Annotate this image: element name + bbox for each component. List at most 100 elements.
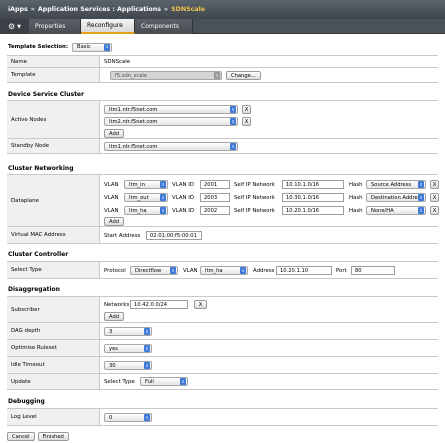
cluster-controller-table: Select Type Protocol Directflow ⇕ VLAN l… xyxy=(7,261,438,279)
cluster-networking-title: Cluster Networking xyxy=(8,165,74,172)
address-input[interactable]: 10.20.1.10 xyxy=(276,266,332,275)
change-template-button[interactable]: Change... xyxy=(226,71,261,80)
tab-properties[interactable]: Properties xyxy=(29,19,81,34)
dataplane-row: Dataplane VLAN ltm_in ⇕ VLAN ID 2001 Sel… xyxy=(7,175,439,227)
remove-dataplane-row-button[interactable]: X xyxy=(430,180,439,189)
vlan-id-input[interactable]: 2003 xyxy=(200,193,230,202)
chevron-down-icon: ▼ xyxy=(17,23,22,30)
template-selection-label: Template Selection: xyxy=(8,44,69,50)
debugging-table: Log Level 0 ⇕ xyxy=(7,408,438,426)
active-node-value: ltm1.ntr.f5net.com xyxy=(109,106,158,113)
cluster-networking-table: Dataplane VLAN ltm_in ⇕ VLAN ID 2001 Sel… xyxy=(7,174,439,244)
tab-reconfigure[interactable]: Reconfigure xyxy=(81,19,135,34)
self-ip-input[interactable]: 10.20.1.0/16 xyxy=(282,206,344,215)
chevron-updown-icon: ⇕ xyxy=(230,106,236,113)
idle-timeout-label: Idle Timeout xyxy=(7,357,100,373)
optimise-ruleset-select[interactable]: yes ⇕ xyxy=(104,344,152,353)
hash-select[interactable]: Destination Addre ⇕ xyxy=(366,193,426,202)
update-label: Update xyxy=(7,374,100,389)
chevron-updown-icon: ⇕ xyxy=(418,194,424,201)
vlan-select[interactable]: ltm_ha ⇕ xyxy=(124,206,168,215)
protocol-label: Protocol xyxy=(104,268,126,274)
port-input[interactable]: 80 xyxy=(351,266,395,275)
template-select: f5.sdn_scale ⇕ xyxy=(110,71,222,80)
log-level-value: 0 xyxy=(109,414,113,421)
vlan-id-label: VLAN ID xyxy=(172,208,194,214)
vlan-select[interactable]: ltm_in ⇕ xyxy=(124,180,168,189)
chevron-updown-icon: ⇕ xyxy=(180,378,186,385)
add-dataplane-row-button[interactable]: Add xyxy=(104,217,125,226)
tab-components[interactable]: Components xyxy=(135,19,193,34)
chevron-updown-icon: ⇕ xyxy=(230,143,236,150)
vlan-id-input[interactable]: 2001 xyxy=(200,180,230,189)
chevron-updown-icon: ⇕ xyxy=(418,207,424,214)
chevron-updown-icon: ⇕ xyxy=(160,181,166,188)
update-select-type-label: Select Type xyxy=(104,379,135,385)
vlan-select[interactable]: ltm_out ⇕ xyxy=(124,193,168,202)
add-active-node-button[interactable]: Add xyxy=(104,129,125,138)
hash-value: Destination Addre xyxy=(371,194,418,201)
hash-label: Hash xyxy=(349,208,363,214)
hash-value: None/HA xyxy=(371,207,394,214)
standby-node-select[interactable]: ltm1.ntr.f5net.com ⇕ xyxy=(104,142,238,151)
template-selection-value: Basic xyxy=(77,44,91,50)
dag-depth-select[interactable]: 3 ⇕ xyxy=(104,327,152,336)
vlan-value: ltm_out xyxy=(129,194,149,201)
chevron-updown-icon: ⇕ xyxy=(160,194,166,201)
cancel-button[interactable]: Cancel xyxy=(7,432,35,441)
self-ip-label: Self IP Network xyxy=(234,195,275,201)
optimise-ruleset-row: Optimise Ruleset yes ⇕ xyxy=(7,340,438,357)
hash-value: Source Address xyxy=(371,181,412,188)
chevron-updown-icon: ⇕ xyxy=(160,207,166,214)
remove-active-node-button[interactable]: X xyxy=(242,117,251,126)
breadcrumb-middle[interactable]: Application Services : Applications xyxy=(38,6,161,13)
update-select[interactable]: Full ⇕ xyxy=(140,377,188,386)
vlan-id-label: VLAN ID xyxy=(172,182,194,188)
hash-select[interactable]: Source Address ⇕ xyxy=(366,180,426,189)
start-address-input[interactable]: 02:01:00:f5:00:01 xyxy=(146,231,202,240)
chevron-updown-icon: ⇕ xyxy=(144,414,150,421)
template-label: Template xyxy=(7,68,100,82)
add-network-button[interactable]: Add xyxy=(104,312,125,321)
remove-active-node-button[interactable]: X xyxy=(242,105,251,114)
active-node-select[interactable]: ltm2.ntr.f5net.com ⇕ xyxy=(104,117,238,126)
address-label: Address xyxy=(253,268,275,274)
remove-network-button[interactable]: X xyxy=(194,300,207,309)
controller-vlan-select[interactable]: ltm_ha ⇕ xyxy=(200,266,248,275)
template-selection-row: Template Selection: Basic ⇕ xyxy=(8,41,113,53)
active-nodes-label: Active Nodes xyxy=(7,101,100,138)
start-address-label: Start Address xyxy=(104,233,141,239)
chevron-updown-icon: ⇕ xyxy=(214,72,220,79)
device-service-cluster-table: Active Nodes ltm1.ntr.f5net.com ⇕ X ltm2… xyxy=(7,100,438,154)
name-value: SDNScale xyxy=(104,59,131,65)
vlan-id-label: VLAN ID xyxy=(172,195,194,201)
vlan-value: ltm_ha xyxy=(129,207,147,214)
vlan-id-input[interactable]: 2002 xyxy=(200,206,230,215)
protocol-select[interactable]: Directflow ⇕ xyxy=(130,266,178,275)
template-value: f5.sdn_scale xyxy=(115,72,148,79)
vlan-label: VLAN xyxy=(104,182,119,188)
disaggregation-table: Subscriber Networks 10.42.0.0/24 X Add D… xyxy=(7,296,438,390)
idle-timeout-value: 30 xyxy=(109,362,116,369)
chevron-updown-icon: ⇕ xyxy=(170,267,176,274)
self-ip-input[interactable]: 10.30.1.0/16 xyxy=(282,193,344,202)
breadcrumb-root[interactable]: iApps xyxy=(8,6,28,13)
virtual-mac-row: Virtual MAC Address Start Address 02:01:… xyxy=(7,227,438,244)
dataplane-label: Dataplane xyxy=(7,175,100,226)
template-selection-select[interactable]: Basic ⇕ xyxy=(72,42,113,52)
template-row: Template f5.sdn_scale ⇕ Change... xyxy=(7,68,438,83)
update-row: Update Select Type Full ⇕ xyxy=(7,374,438,390)
log-level-select[interactable]: 0 ⇕ xyxy=(104,413,152,422)
log-level-label: Log Level xyxy=(7,409,100,425)
finished-button[interactable]: Finished xyxy=(37,432,69,441)
hash-select[interactable]: None/HA ⇕ xyxy=(366,206,426,215)
hash-label: Hash xyxy=(349,182,363,188)
active-node-select[interactable]: ltm1.ntr.f5net.com ⇕ xyxy=(104,105,238,114)
self-ip-input[interactable]: 10.10.1.0/16 xyxy=(282,180,344,189)
vlan-value: ltm_in xyxy=(129,181,145,188)
gear-menu-button[interactable]: ⚙ ▼ xyxy=(0,19,29,34)
remove-dataplane-row-button[interactable]: X xyxy=(430,193,439,202)
remove-dataplane-row-button[interactable]: X xyxy=(430,206,439,215)
networks-input[interactable]: 10.42.0.0/24 xyxy=(130,300,188,309)
idle-timeout-select[interactable]: 30 ⇕ xyxy=(104,361,152,370)
